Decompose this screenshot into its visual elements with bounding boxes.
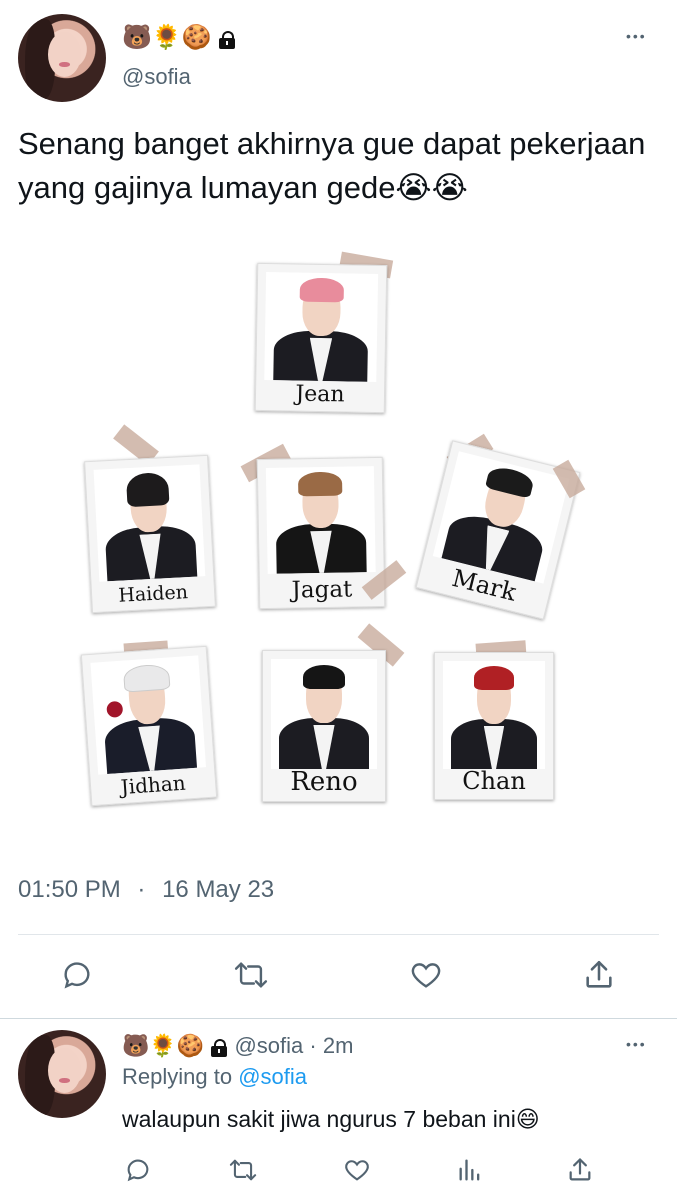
sunflower-emoji: 🌻 [149,1034,177,1059]
polaroid-chan: Chan [434,652,554,800]
like-icon[interactable] [408,958,444,997]
reply-icon[interactable] [124,1156,152,1189]
lock-icon [210,1039,228,1057]
replying-to: Replying to @sofia [122,1064,307,1090]
polaroid-jidhan: Jidhan [80,645,218,807]
tweet-date: 16 May 23 [162,876,275,903]
meta-separator: · [309,1033,317,1058]
polaroid-label: Jean [295,381,345,408]
share-icon[interactable] [566,1156,594,1189]
reply-time: 2m [322,1033,354,1058]
tweet-text: Senang banget akhirnya gue dapat pekerja… [18,126,646,205]
meta-separator: · [137,876,146,903]
tweet-time: 01:50 PM [18,876,121,903]
author-handle[interactable]: @sofia [122,64,191,90]
replying-to-link[interactable]: @sofia [238,1064,307,1089]
bear-emoji: 🐻 [122,23,152,51]
polaroid-reno: Reno [262,650,386,802]
polaroid-label: Reno [290,767,358,797]
reply-avatar[interactable] [18,1030,106,1118]
retweet-icon[interactable] [232,958,270,997]
author-display-name[interactable]: 🐻🌻🍪 [122,22,236,53]
polaroid-jean: Jean [254,262,388,414]
retweet-icon[interactable] [228,1156,258,1189]
reply-icon[interactable] [60,958,94,997]
lock-icon [218,31,236,49]
bear-emoji: 🐻 [122,1034,150,1059]
sunflower-emoji: 🌻 [151,23,182,51]
replying-to-label: Replying to [122,1064,233,1089]
divider [18,934,659,935]
share-icon[interactable] [582,958,616,997]
polaroid-haiden: Haiden [84,454,216,614]
reply-more-options-icon[interactable]: ••• [626,1036,647,1052]
views-icon[interactable] [456,1156,484,1189]
more-options-icon[interactable]: ••• [626,28,647,44]
tweet-timestamp[interactable]: 01:50 PM · 16 May 23 [18,876,274,904]
like-icon[interactable] [342,1156,372,1189]
tweet-image[interactable]: Jean Haiden Jagat Mark Jidhan Reno Chan [0,240,677,820]
reply-text: walaupun sakit jiwa ngurus 7 beban ini😄 [122,1106,540,1132]
cookie-emoji: 🍪 [176,1034,205,1059]
cookie-emoji: 🍪 [181,23,212,51]
polaroid-label: Haiden [117,581,189,607]
reply-header: 🐻🌻🍪 @sofia · 2m [122,1032,353,1061]
author-avatar[interactable] [18,14,106,102]
reply-handle[interactable]: @sofia [234,1033,303,1058]
polaroid-label: Chan [462,767,526,795]
divider [0,1018,677,1019]
